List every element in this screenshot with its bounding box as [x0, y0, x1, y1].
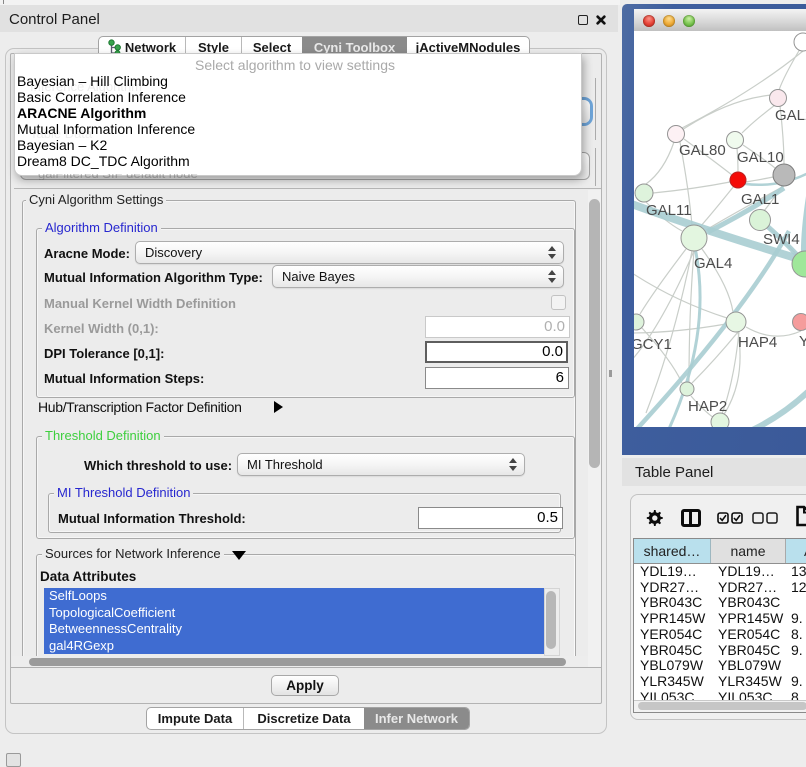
svg-text:GAL10: GAL10: [737, 149, 784, 166]
svg-text:GAL80: GAL80: [679, 142, 726, 159]
svg-text:GAL1: GAL1: [741, 191, 779, 208]
svg-text:GAL11: GAL11: [646, 202, 692, 219]
svg-text:YJ: YJ: [799, 333, 806, 350]
svg-text:HAP4: HAP4: [738, 334, 777, 351]
svg-text:GCY1: GCY1: [634, 336, 672, 353]
svg-text:GAL4: GAL4: [694, 255, 732, 272]
svg-text:HAP2: HAP2: [688, 398, 727, 415]
svg-text:GAL2: GAL2: [775, 107, 806, 124]
svg-text:SWI4: SWI4: [763, 231, 800, 248]
